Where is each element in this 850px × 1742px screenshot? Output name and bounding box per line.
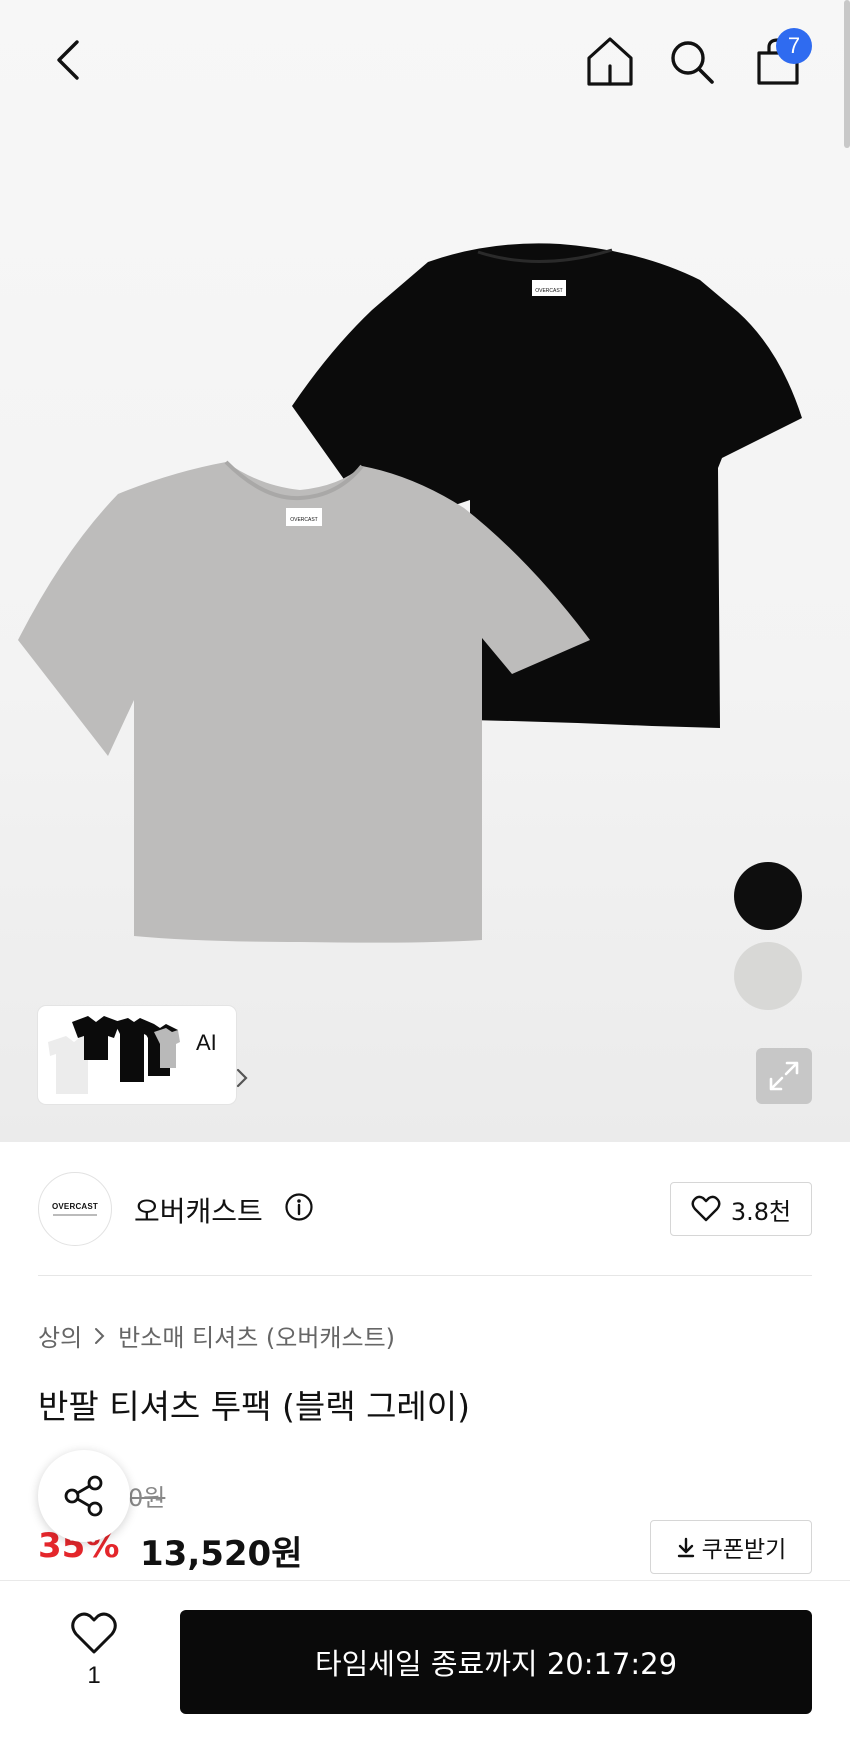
expand-image-button[interactable] <box>756 1048 812 1104</box>
brand-like-button[interactable]: 3.8천 <box>670 1182 812 1236</box>
scrollbar[interactable] <box>844 0 850 148</box>
breadcrumb-item-category[interactable]: 상의 <box>38 1318 82 1353</box>
info-icon[interactable] <box>284 1192 314 1222</box>
heart-icon <box>71 1612 117 1654</box>
download-icon <box>677 1537 694 1558</box>
heart-icon <box>691 1195 721 1222</box>
share-icon <box>64 1475 103 1517</box>
search-icon <box>671 41 714 84</box>
chevron-right-icon <box>236 1068 248 1088</box>
brand-name-link[interactable]: 오버캐스트 <box>134 1190 263 1230</box>
wishlist-button[interactable]: 1 <box>56 1612 132 1712</box>
product-image-gallery[interactable]: OVERCAST OVERCAST AI <box>0 0 850 1142</box>
brand-like-count: 3.8천 <box>730 1197 792 1226</box>
color-swatch-gray[interactable] <box>734 942 802 1010</box>
ai-thumbnail <box>44 1012 180 1098</box>
share-button[interactable] <box>38 1450 130 1542</box>
brand-logo-underline <box>53 1214 97 1216</box>
black-tshirt-tag: OVERCAST <box>535 288 563 294</box>
cart-count-badge: 7 <box>776 28 812 64</box>
original-price: 0원 <box>128 1484 166 1512</box>
coupon-label: 쿠폰받기 <box>701 1537 787 1563</box>
wishlist-count: 1 <box>87 1662 101 1689</box>
section-divider <box>38 1275 812 1276</box>
sale-price: 13,520원 <box>140 1534 303 1574</box>
home-icon <box>587 37 633 86</box>
back-button[interactable] <box>38 30 98 90</box>
ai-label: AI <box>196 1030 217 1055</box>
color-swatch-black[interactable] <box>734 862 802 930</box>
search-button[interactable] <box>662 30 722 94</box>
time-sale-buy-button[interactable]: 타임세일 종료까지 20:17:29 <box>180 1610 812 1714</box>
chevron-left-icon <box>57 40 79 80</box>
gray-tshirt-tag: OVERCAST <box>290 517 318 523</box>
brand-logo[interactable]: OVERCAST <box>38 1172 112 1246</box>
coupon-download-button[interactable]: 쿠폰받기 <box>650 1520 812 1574</box>
expand-icon <box>769 1061 799 1091</box>
product-photo: OVERCAST OVERCAST <box>18 243 802 943</box>
product-title: 반팔 티셔츠 투팩 (블랙 그레이) <box>38 1387 471 1426</box>
chevron-right-icon <box>95 1327 105 1344</box>
breadcrumb-item-subcategory[interactable]: 반소매 티셔츠 (오버캐스트) <box>118 1318 395 1353</box>
brand-logo-text: OVERCAST <box>51 1202 99 1211</box>
breadcrumb: 상의 반소매 티셔츠 (오버캐스트) <box>38 1318 395 1353</box>
ai-recommendation-card[interactable]: AI <box>38 1006 248 1104</box>
home-button[interactable] <box>580 30 640 94</box>
